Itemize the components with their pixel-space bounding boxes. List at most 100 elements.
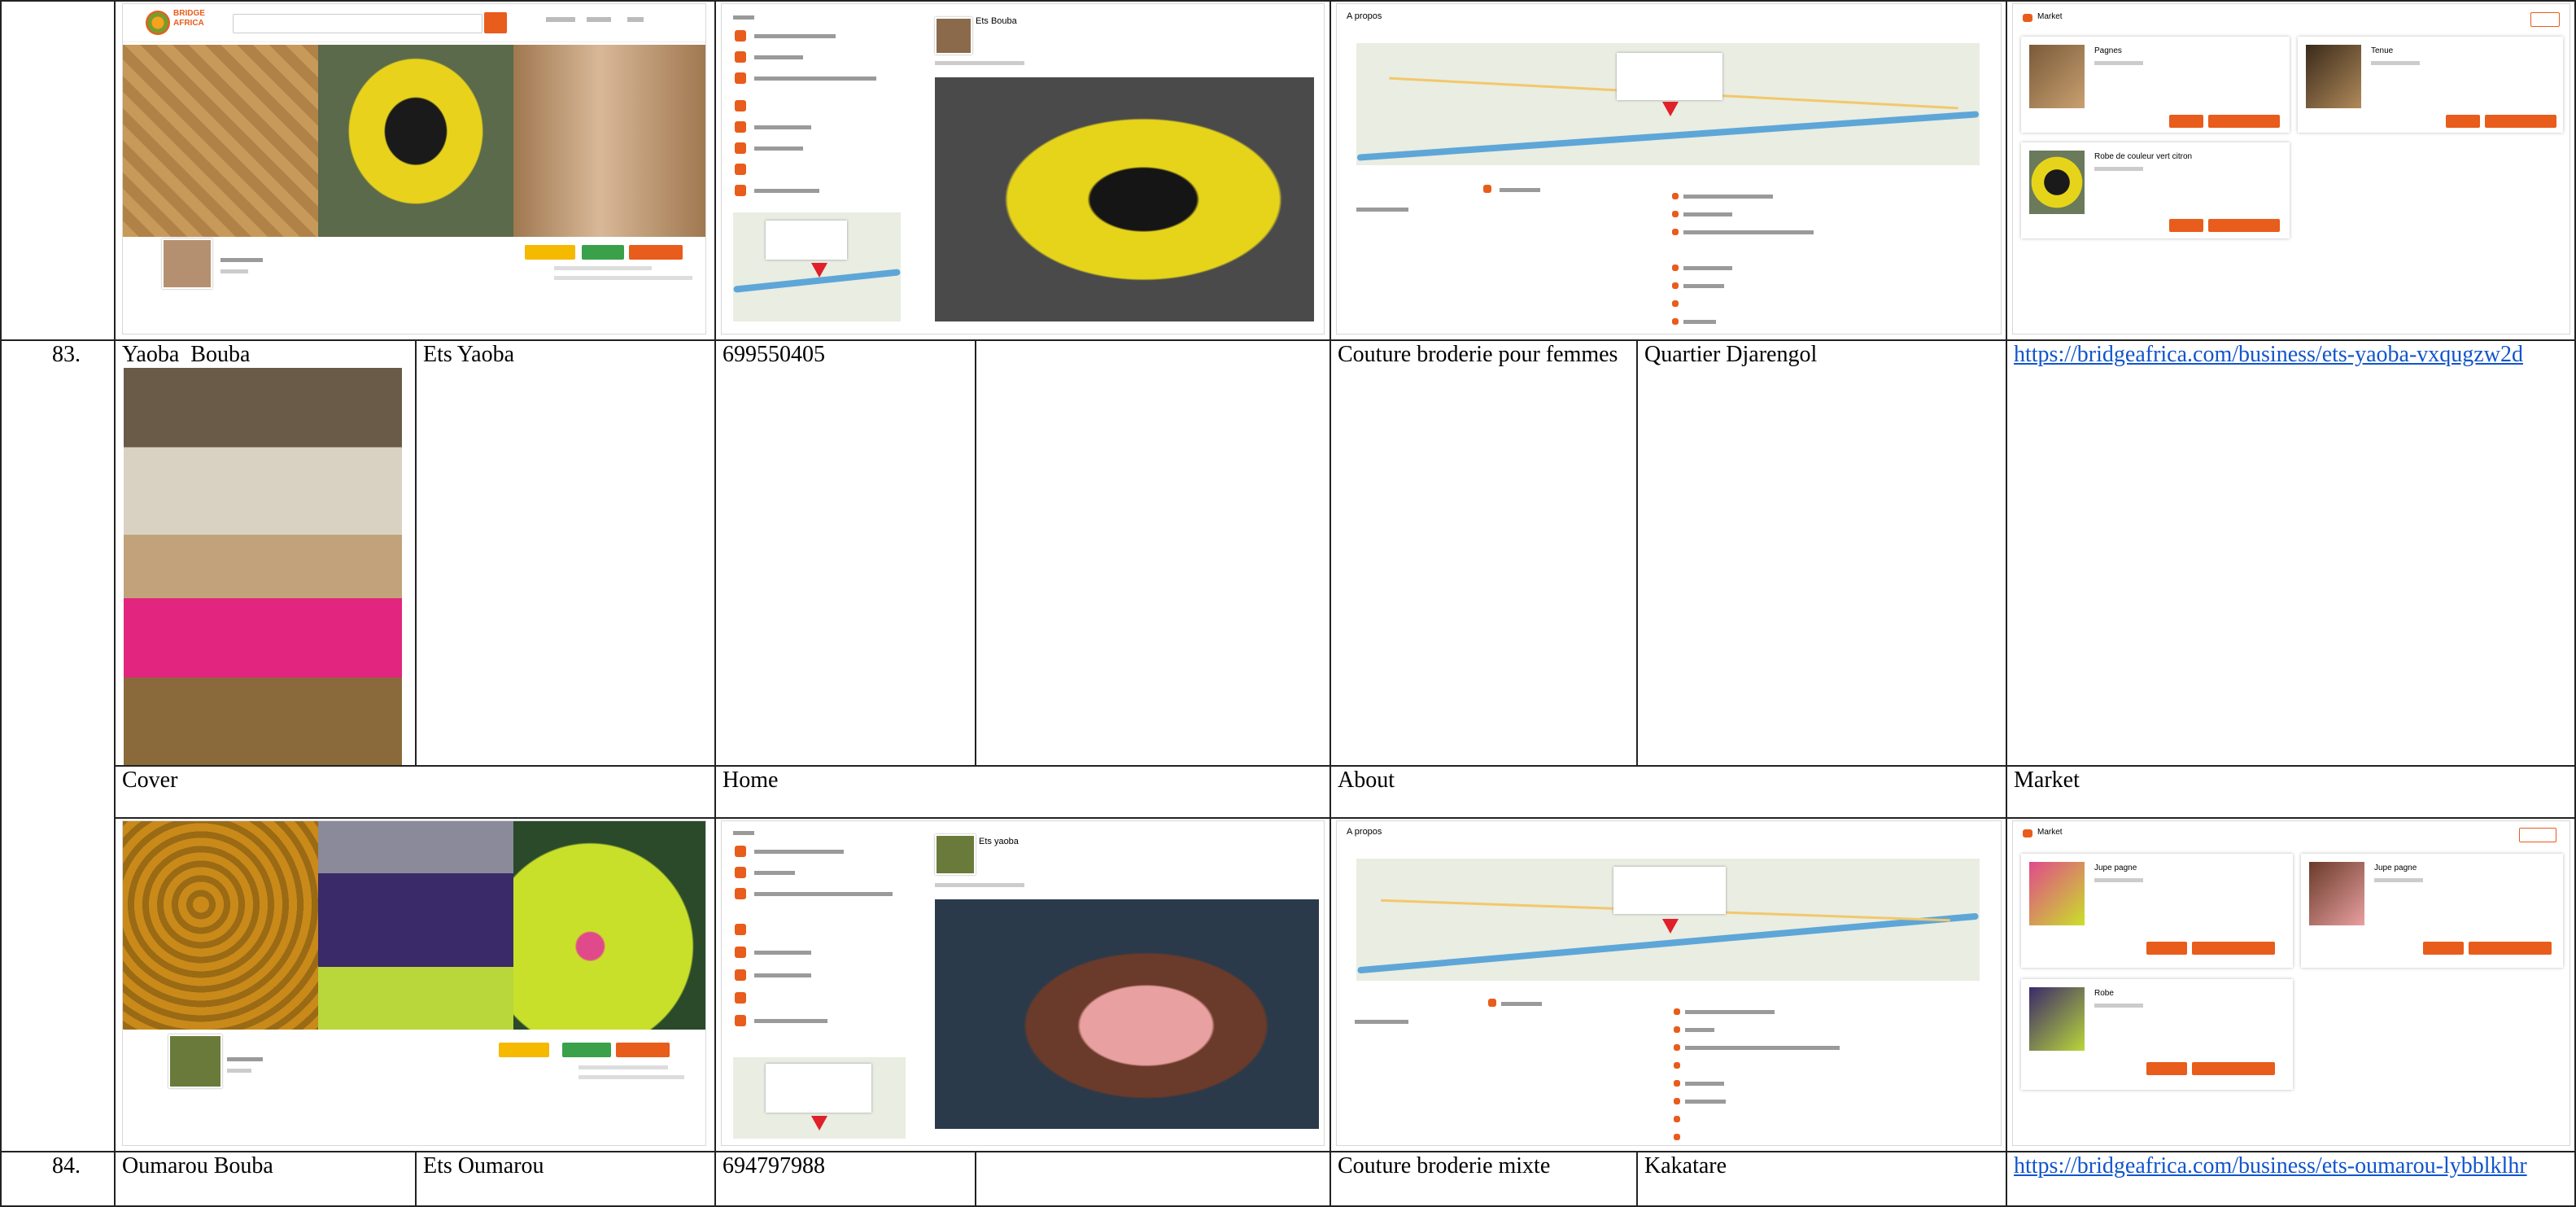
product-name: Jupe pagne: [2094, 864, 2137, 872]
add-to-cart-button[interactable]: [2192, 1062, 2275, 1075]
mini-map: [733, 1057, 906, 1139]
owner-name: Oumarou Bouba: [122, 1153, 273, 1179]
site-header: BRIDGE AFRICA: [123, 4, 705, 42]
home-screenshot-top: Ets Bouba: [721, 3, 1325, 335]
market-heading: Market: [2037, 828, 2063, 837]
product-card[interactable]: Robe: [2021, 979, 2293, 1090]
product-card[interactable]: Robe de couleur vert citron: [2021, 142, 2290, 238]
product-card[interactable]: Jupe pagne: [2301, 854, 2563, 968]
post-business-name: Ets Bouba: [976, 16, 1017, 26]
post-photo: [935, 899, 1319, 1129]
buy-button[interactable]: [2169, 115, 2203, 128]
market-screenshot-83: Market Jupe pagne Jupe pagne Robe: [2012, 820, 2570, 1146]
cover-photo-2: [318, 45, 513, 237]
nav-link[interactable]: [587, 17, 611, 22]
search-input[interactable]: [233, 14, 482, 33]
cover-photo-2: [318, 821, 513, 1030]
search-icon: [735, 51, 746, 63]
about-map: [1356, 43, 1980, 165]
business-url-link[interactable]: https://bridgeafrica.com/business/ets-ya…: [2014, 341, 2523, 369]
cart-button[interactable]: [2519, 828, 2556, 842]
buy-button[interactable]: [2146, 942, 2187, 955]
message-button[interactable]: [562, 1043, 611, 1057]
post-photo: [935, 77, 1314, 321]
about-heading: A propos: [1347, 11, 1382, 21]
message-button[interactable]: [582, 245, 624, 260]
buy-button[interactable]: [2446, 115, 2480, 128]
add-to-cart-button[interactable]: [2469, 942, 2552, 955]
add-to-cart-button[interactable]: [2208, 219, 2280, 232]
people-icon: [735, 947, 746, 958]
product-name: Tenue: [2371, 46, 2394, 55]
category-icon: [735, 30, 746, 42]
map-pin-icon: [811, 1116, 827, 1130]
product-name: Jupe pagne: [2374, 864, 2417, 872]
follow-button[interactable]: [525, 245, 575, 260]
map-pin-icon: [811, 263, 827, 278]
mini-map: [733, 212, 901, 321]
cover-photo-3: [513, 45, 705, 237]
email-icon: [735, 992, 746, 1004]
cover-screenshot-top: BRIDGE AFRICA: [122, 3, 706, 335]
search-icon[interactable]: [484, 12, 507, 33]
category-icon: [735, 846, 746, 857]
profile-thumbnail: [162, 238, 212, 289]
location-icon: [735, 72, 746, 84]
about-screenshot-top: A propos: [1336, 3, 2002, 335]
phone-icon: [735, 142, 746, 154]
about-label: About: [1338, 767, 1395, 793]
cover-photo-1: [123, 821, 318, 1030]
profile-thumbnail: [168, 1034, 222, 1088]
link-icon: [735, 924, 746, 935]
about-map: [1356, 859, 1980, 981]
owner-name: Yaoba Bouba: [122, 342, 251, 367]
add-to-cart-button[interactable]: [2192, 942, 2275, 955]
nav-link[interactable]: [627, 17, 644, 22]
product-card[interactable]: Tenue: [2298, 37, 2563, 133]
market-label: Market: [2014, 767, 2080, 793]
product-card[interactable]: Jupe pagne: [2021, 854, 2293, 968]
business-name: Ets Yaoba: [423, 342, 515, 367]
business-activity: Couture broderie pour femmes: [1338, 342, 1618, 367]
cover-photo-3: [513, 821, 705, 1030]
market-icon: [2023, 14, 2032, 22]
market-icon: [2023, 829, 2032, 837]
post-avatar: [935, 17, 972, 55]
product-name: Robe de couleur vert citron: [2094, 152, 2193, 161]
owner-photo: [124, 368, 402, 765]
phone-number: 694797988: [723, 1153, 825, 1179]
about-heading: A propos: [1347, 827, 1382, 837]
business-location: Kakatare: [1644, 1153, 1727, 1179]
business-name: Ets Oumarou: [423, 1153, 544, 1179]
business-activity: Couture broderie mixte: [1338, 1153, 1551, 1179]
row-number: 83.: [52, 342, 81, 367]
follow-button[interactable]: [499, 1043, 549, 1057]
people-icon: [735, 121, 746, 133]
direction-button[interactable]: [616, 1043, 670, 1057]
map-pin-icon: [1662, 919, 1679, 934]
search-icon: [735, 867, 746, 878]
phone-icon: [735, 969, 746, 981]
business-location: Quartier Djarengol: [1644, 342, 1818, 367]
clock-icon: [735, 185, 746, 196]
cart-button[interactable]: [2530, 12, 2560, 27]
add-to-cart-button[interactable]: [2208, 115, 2280, 128]
logo-text: BRIDGE AFRICA: [173, 9, 205, 28]
add-to-cart-button[interactable]: [2485, 115, 2556, 128]
product-name: Pagnes: [2094, 46, 2122, 55]
buy-button[interactable]: [2146, 1062, 2187, 1075]
direction-button[interactable]: [629, 245, 683, 260]
location-icon: [735, 888, 746, 899]
market-screenshot-top: Market Pagnes Tenue Robe de couleur vert…: [2012, 3, 2570, 335]
map-pin-icon: [1662, 102, 1679, 116]
cover-screenshot-83: [122, 820, 706, 1146]
product-card[interactable]: Pagnes: [2021, 37, 2290, 133]
buy-button[interactable]: [2423, 942, 2464, 955]
post-business-name: Ets yaoba: [979, 837, 1019, 846]
post-avatar: [935, 834, 976, 875]
buy-button[interactable]: [2169, 219, 2203, 232]
link-icon: [735, 100, 746, 112]
row-number: 84.: [52, 1153, 81, 1179]
nav-link[interactable]: [546, 17, 575, 22]
business-url-link[interactable]: https://bridgeafrica.com/business/ets-ou…: [2014, 1152, 2527, 1180]
